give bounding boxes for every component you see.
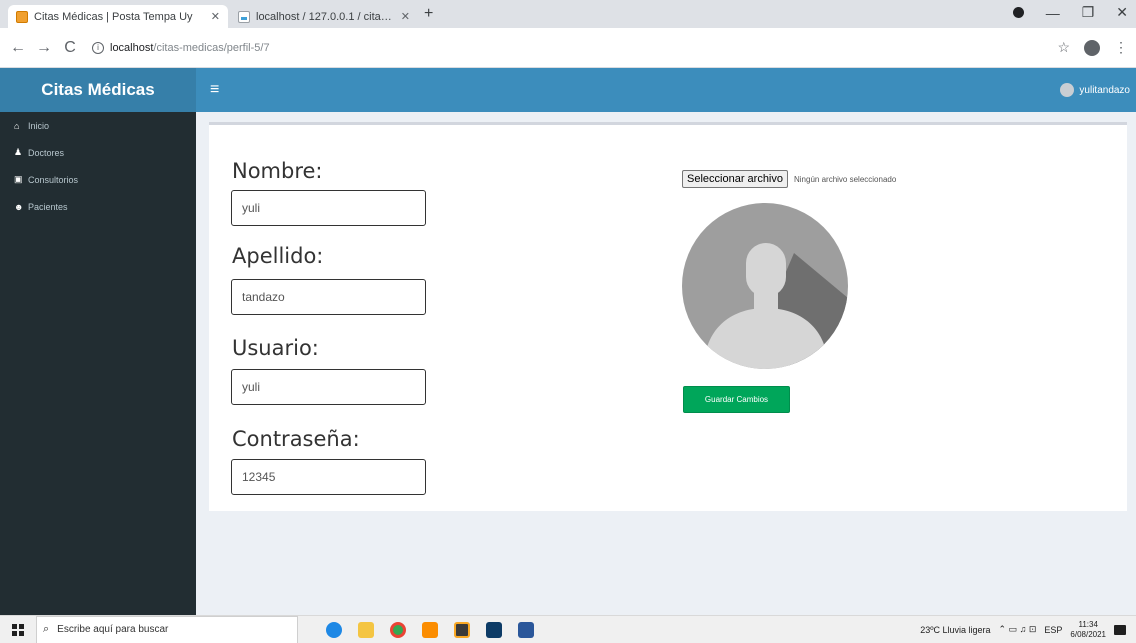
windows-logo-icon [12, 623, 24, 636]
url-path: /citas-medicas/perfil-5/7 [153, 41, 270, 54]
nombre-label: Nombre: [232, 159, 323, 183]
tray-icons[interactable]: ⌃ ▭ ♫ ⊡ [999, 624, 1037, 635]
clock[interactable]: 11:34 6/08/2021 [1070, 620, 1106, 640]
taskbar-apps [326, 621, 534, 638]
sublime-icon[interactable] [454, 621, 470, 638]
clock-time: 11:34 [1078, 619, 1098, 629]
content-wrapper: Nombre: Apellido: Usuario: Contraseña: S… [196, 112, 1136, 615]
close-window-button[interactable]: ✕ [1116, 4, 1128, 21]
file-picker: Seleccionar archivo Ningún archivo selec… [682, 170, 896, 188]
apellido-input[interactable] [231, 279, 426, 315]
usuario-label: Usuario: [232, 336, 319, 360]
taskbar-search[interactable]: ⌕ Escribe aquí para buscar [36, 615, 298, 643]
extension-icon[interactable] [1084, 39, 1100, 56]
browser-menu-icon[interactable]: ⋮ [1114, 39, 1128, 56]
file-explorer-icon[interactable] [358, 621, 374, 638]
forward-button[interactable]: → [34, 39, 54, 57]
tab-close-icon[interactable]: ✕ [211, 10, 220, 23]
taskbar: ⌕ Escribe aquí para buscar 23ºC Lluvia l… [0, 615, 1136, 643]
user-icon: ♟ [14, 147, 23, 157]
sidebar-item-label: Pacientes [28, 201, 68, 212]
top-navbar: ≡ yulitandazo [196, 68, 1136, 112]
sidebar-item-label: Consultorios [28, 174, 79, 185]
language-indicator[interactable]: ESP [1044, 625, 1062, 635]
sidebar-item-doctores[interactable]: ♟ Doctores [0, 139, 196, 166]
xampp-icon[interactable] [422, 621, 438, 638]
tab-close-icon[interactable]: ✕ [401, 10, 410, 23]
sidebar-item-label: Doctores [28, 147, 65, 158]
sidebar-menu: ⌂ Inicio ♟ Doctores ▣ Consultorios ☻ Pac… [0, 112, 196, 220]
tab-title: Citas Médicas | Posta Tempa Uy [34, 10, 193, 23]
browser-toolbar: ← → C i localhost /citas-medicas/perfil-… [0, 28, 1136, 68]
contrasena-input[interactable] [231, 459, 426, 495]
sidebar-item-pacientes[interactable]: ☻ Pacientes [0, 193, 196, 220]
apellido-label: Apellido: [232, 244, 324, 268]
taskbar-search-placeholder: Escribe aquí para buscar [57, 624, 169, 635]
phpmyadmin-favicon-icon [238, 10, 250, 23]
profile-avatar-icon [682, 203, 848, 369]
user-menu[interactable]: yulitandazo [1060, 83, 1130, 97]
minimize-button[interactable]: — [1046, 5, 1060, 21]
choose-file-button[interactable]: Seleccionar archivo [682, 170, 788, 188]
save-changes-button[interactable]: Guardar Cambios [683, 386, 790, 413]
reload-button[interactable]: C [60, 39, 80, 57]
back-button[interactable]: ← [8, 39, 28, 57]
address-bar[interactable]: i localhost /citas-medicas/perfil-5/7 [92, 35, 270, 61]
site-favicon-icon [16, 10, 28, 23]
usuario-input[interactable] [231, 369, 426, 405]
bookmark-star-icon[interactable]: ☆ [1057, 39, 1070, 56]
sidebar-item-consultorios[interactable]: ▣ Consultorios [0, 166, 196, 193]
sidebar-toggle-icon[interactable]: ≡ [210, 81, 219, 99]
sidebar: Citas Médicas ⌂ Inicio ♟ Doctores ▣ Cons… [0, 68, 196, 615]
window-controls: — ❐ ✕ [1012, 4, 1128, 21]
profile-box: Nombre: Apellido: Usuario: Contraseña: S… [209, 122, 1127, 511]
browser-tab-phpmyadmin[interactable]: localhost / 127.0.0.1 / citas_med ✕ [230, 5, 418, 28]
system-tray: 23ºC Lluvia ligera ⌃ ▭ ♫ ⊡ ESP 11:34 6/0… [920, 620, 1136, 640]
restore-button[interactable]: ❐ [1082, 4, 1095, 21]
notification-icon[interactable] [1114, 624, 1126, 635]
user-name: yulitandazo [1079, 84, 1130, 96]
home-icon: ⌂ [14, 120, 20, 131]
chrome-icon[interactable] [390, 621, 406, 638]
avatar [1060, 83, 1075, 97]
new-tab-button[interactable]: + [424, 6, 433, 22]
tab-title: localhost / 127.0.0.1 / citas_med [256, 10, 395, 23]
info-icon[interactable]: i [92, 41, 104, 54]
weather-widget[interactable]: 23ºC Lluvia ligera [920, 625, 990, 635]
building-icon: ▣ [14, 174, 23, 184]
url-host: localhost [110, 41, 154, 54]
nombre-input[interactable] [231, 190, 426, 226]
edge-icon[interactable] [326, 621, 342, 638]
word-icon[interactable] [518, 621, 534, 638]
contrasena-label: Contraseña: [232, 427, 360, 451]
sidebar-item-label: Inicio [28, 120, 50, 131]
file-status-text: Ningún archivo seleccionado [794, 174, 897, 184]
brand-logo[interactable]: Citas Médicas [0, 68, 196, 112]
browser-tabstrip: Citas Médicas | Posta Tempa Uy ✕ localho… [0, 0, 1136, 28]
app-icon[interactable] [486, 621, 502, 638]
clock-date: 6/08/2021 [1070, 629, 1106, 639]
users-icon: ☻ [14, 201, 24, 212]
browser-tab-active[interactable]: Citas Médicas | Posta Tempa Uy ✕ [8, 5, 228, 28]
profile-icon[interactable] [1012, 7, 1024, 18]
search-icon: ⌕ [43, 623, 50, 635]
start-button[interactable] [0, 616, 36, 643]
sidebar-item-inicio[interactable]: ⌂ Inicio [0, 112, 196, 139]
